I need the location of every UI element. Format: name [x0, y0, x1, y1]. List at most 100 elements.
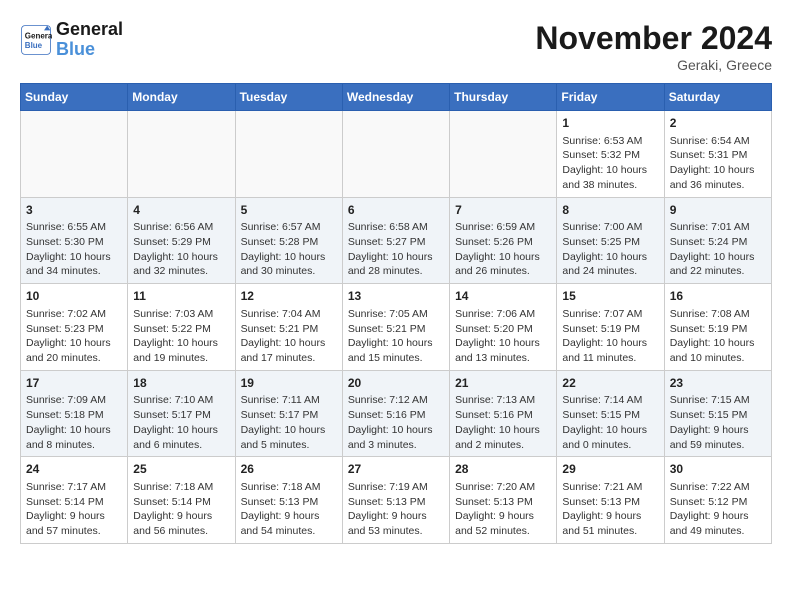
calendar-cell: 15Sunrise: 7:07 AM Sunset: 5:19 PM Dayli… — [557, 284, 664, 371]
calendar-cell: 9Sunrise: 7:01 AM Sunset: 5:24 PM Daylig… — [664, 197, 771, 284]
day-info: Sunrise: 7:19 AM Sunset: 5:13 PM Dayligh… — [348, 480, 444, 539]
day-info: Sunrise: 6:55 AM Sunset: 5:30 PM Dayligh… — [26, 220, 122, 279]
day-info: Sunrise: 7:14 AM Sunset: 5:15 PM Dayligh… — [562, 393, 658, 452]
day-info: Sunrise: 7:22 AM Sunset: 5:12 PM Dayligh… — [670, 480, 766, 539]
day-info: Sunrise: 7:12 AM Sunset: 5:16 PM Dayligh… — [348, 393, 444, 452]
title-block: November 2024 Geraki, Greece — [535, 20, 772, 73]
day-number: 16 — [670, 288, 766, 305]
calendar-cell: 10 Sunrise: 7:02 AM Sunset: 5:23 PM Dayli… — [21, 284, 128, 371]
calendar-cell: 22Sunrise: 7:14 AM Sunset: 5:15 PM Dayli… — [557, 370, 664, 457]
day-info: Sunrise: 6:54 AM Sunset: 5:31 PM Dayligh… — [670, 134, 766, 193]
day-number: 23 — [670, 375, 766, 392]
svg-text:Blue: Blue — [25, 41, 43, 50]
calendar-cell: 25 Sunrise: 7:18 AM Sunset: 5:14 PM Dayli… — [128, 457, 235, 544]
month-title: November 2024 — [535, 20, 772, 57]
calendar-cell: 29 Sunrise: 7:21 AM Sunset: 5:13 PM Dayli… — [557, 457, 664, 544]
day-info: Sunrise: 7:13 AM Sunset: 5:16 PM Dayligh… — [455, 393, 551, 452]
day-number: 26 — [241, 461, 337, 478]
day-info: Sunrise: 7:06 AM Sunset: 5:20 PM Dayligh… — [455, 307, 551, 366]
calendar-cell: 5Sunrise: 6:57 AM Sunset: 5:28 PM Daylig… — [235, 197, 342, 284]
day-number: 12 — [241, 288, 337, 305]
day-info: Sunrise: 6:59 AM Sunset: 5:26 PM Dayligh… — [455, 220, 551, 279]
day-number: 25 — [133, 461, 229, 478]
calendar-cell: 14 Sunrise: 7:06 AM Sunset: 5:20 PM Dayli… — [450, 284, 557, 371]
day-info: Sunrise: 7:04 AM Sunset: 5:21 PM Dayligh… — [241, 307, 337, 366]
day-info: Sunrise: 7:08 AM Sunset: 5:19 PM Dayligh… — [670, 307, 766, 366]
day-number: 5 — [241, 202, 337, 219]
calendar-week-row: 24Sunrise: 7:17 AM Sunset: 5:14 PM Dayli… — [21, 457, 772, 544]
calendar-cell: 21Sunrise: 7:13 AM Sunset: 5:16 PM Dayli… — [450, 370, 557, 457]
calendar-cell: 1 Sunrise: 6:53 AM Sunset: 5:32 PM Daylig… — [557, 111, 664, 198]
day-number: 28 — [455, 461, 551, 478]
day-info: Sunrise: 7:17 AM Sunset: 5:14 PM Dayligh… — [26, 480, 122, 539]
calendar-cell — [450, 111, 557, 198]
day-number: 1 — [562, 115, 658, 132]
calendar-cell: 30 Sunrise: 7:22 AM Sunset: 5:12 PM Dayli… — [664, 457, 771, 544]
column-header-sunday: Sunday — [21, 84, 128, 111]
day-number: 9 — [670, 202, 766, 219]
day-info: Sunrise: 7:18 AM Sunset: 5:14 PM Dayligh… — [133, 480, 229, 539]
day-number: 17 — [26, 375, 122, 392]
logo-text-blue: Blue — [56, 40, 123, 60]
calendar-cell — [342, 111, 449, 198]
calendar-cell — [21, 111, 128, 198]
column-header-tuesday: Tuesday — [235, 84, 342, 111]
day-info: Sunrise: 6:56 AM Sunset: 5:29 PM Dayligh… — [133, 220, 229, 279]
calendar-cell: 20Sunrise: 7:12 AM Sunset: 5:16 PM Dayli… — [342, 370, 449, 457]
column-header-monday: Monday — [128, 84, 235, 111]
calendar-cell: 13Sunrise: 7:05 AM Sunset: 5:21 PM Dayli… — [342, 284, 449, 371]
calendar-cell: 27 Sunrise: 7:19 AM Sunset: 5:13 PM Dayli… — [342, 457, 449, 544]
day-number: 14 — [455, 288, 551, 305]
day-info: Sunrise: 7:05 AM Sunset: 5:21 PM Dayligh… — [348, 307, 444, 366]
day-number: 6 — [348, 202, 444, 219]
calendar-cell: 6Sunrise: 6:58 AM Sunset: 5:27 PM Daylig… — [342, 197, 449, 284]
day-number: 30 — [670, 461, 766, 478]
page-header: General Blue General Blue November 2024 … — [20, 20, 772, 73]
day-number: 15 — [562, 288, 658, 305]
day-info: Sunrise: 7:21 AM Sunset: 5:13 PM Dayligh… — [562, 480, 658, 539]
day-info: Sunrise: 7:09 AM Sunset: 5:18 PM Dayligh… — [26, 393, 122, 452]
day-number: 27 — [348, 461, 444, 478]
day-info: Sunrise: 7:18 AM Sunset: 5:13 PM Dayligh… — [241, 480, 337, 539]
calendar-cell: 26 Sunrise: 7:18 AM Sunset: 5:13 PM Dayli… — [235, 457, 342, 544]
calendar-week-row: 3Sunrise: 6:55 AM Sunset: 5:30 PM Daylig… — [21, 197, 772, 284]
calendar-cell: 11Sunrise: 7:03 AM Sunset: 5:22 PM Dayli… — [128, 284, 235, 371]
calendar-cell: 24Sunrise: 7:17 AM Sunset: 5:14 PM Dayli… — [21, 457, 128, 544]
day-number: 7 — [455, 202, 551, 219]
day-info: Sunrise: 7:02 AM Sunset: 5:23 PM Dayligh… — [26, 307, 122, 366]
calendar-cell: 18Sunrise: 7:10 AM Sunset: 5:17 PM Dayli… — [128, 370, 235, 457]
day-number: 8 — [562, 202, 658, 219]
day-number: 22 — [562, 375, 658, 392]
day-info: Sunrise: 7:01 AM Sunset: 5:24 PM Dayligh… — [670, 220, 766, 279]
calendar-cell — [128, 111, 235, 198]
column-header-thursday: Thursday — [450, 84, 557, 111]
calendar-cell: 12 Sunrise: 7:04 AM Sunset: 5:21 PM Dayli… — [235, 284, 342, 371]
calendar-cell: 2 Sunrise: 6:54 AM Sunset: 5:31 PM Daylig… — [664, 111, 771, 198]
calendar-cell: 19Sunrise: 7:11 AM Sunset: 5:17 PM Dayli… — [235, 370, 342, 457]
svg-text:General: General — [25, 31, 52, 40]
day-number: 18 — [133, 375, 229, 392]
day-info: Sunrise: 6:53 AM Sunset: 5:32 PM Dayligh… — [562, 134, 658, 193]
calendar-cell: 3Sunrise: 6:55 AM Sunset: 5:30 PM Daylig… — [21, 197, 128, 284]
location: Geraki, Greece — [535, 57, 772, 73]
calendar-cell: 4Sunrise: 6:56 AM Sunset: 5:29 PM Daylig… — [128, 197, 235, 284]
day-info: Sunrise: 7:15 AM Sunset: 5:15 PM Dayligh… — [670, 393, 766, 452]
day-number: 10 — [26, 288, 122, 305]
calendar-cell — [235, 111, 342, 198]
logo-text-general: General — [56, 20, 123, 40]
day-number: 20 — [348, 375, 444, 392]
day-info: Sunrise: 7:10 AM Sunset: 5:17 PM Dayligh… — [133, 393, 229, 452]
calendar-cell: 28 Sunrise: 7:20 AM Sunset: 5:13 PM Dayli… — [450, 457, 557, 544]
column-header-saturday: Saturday — [664, 84, 771, 111]
calendar-cell: 23Sunrise: 7:15 AM Sunset: 5:15 PM Dayli… — [664, 370, 771, 457]
day-info: Sunrise: 6:58 AM Sunset: 5:27 PM Dayligh… — [348, 220, 444, 279]
day-number: 2 — [670, 115, 766, 132]
day-number: 4 — [133, 202, 229, 219]
day-number: 29 — [562, 461, 658, 478]
calendar-cell: 17Sunrise: 7:09 AM Sunset: 5:18 PM Dayli… — [21, 370, 128, 457]
day-number: 3 — [26, 202, 122, 219]
logo: General Blue General Blue — [20, 20, 123, 60]
day-info: Sunrise: 7:20 AM Sunset: 5:13 PM Dayligh… — [455, 480, 551, 539]
day-number: 11 — [133, 288, 229, 305]
day-info: Sunrise: 6:57 AM Sunset: 5:28 PM Dayligh… — [241, 220, 337, 279]
